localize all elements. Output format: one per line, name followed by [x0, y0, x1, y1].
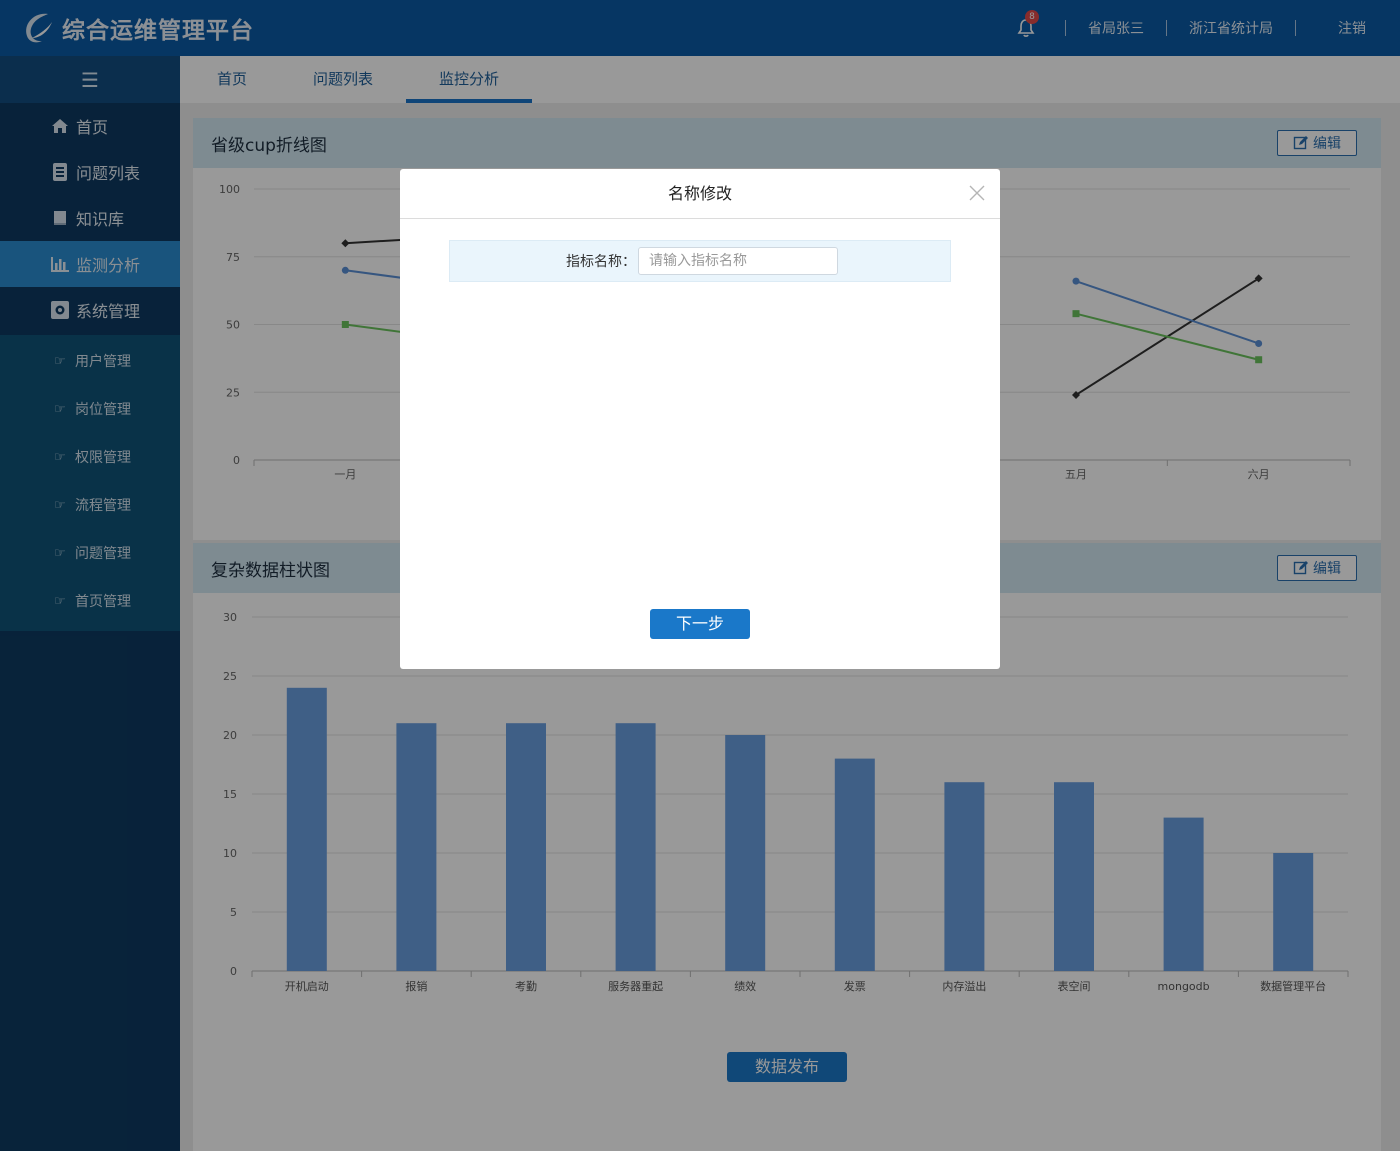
modal-header: 名称修改	[400, 169, 1000, 219]
modal-title: 名称修改	[667, 184, 732, 203]
next-step-button[interactable]: 下一步	[650, 609, 750, 639]
indicator-name-input[interactable]	[638, 247, 838, 275]
form-row: 指标名称：	[449, 240, 951, 282]
indicator-name-label: 指标名称：	[566, 254, 636, 270]
close-icon[interactable]	[968, 184, 986, 202]
rename-modal: 名称修改 指标名称： 下一步	[400, 169, 1000, 669]
